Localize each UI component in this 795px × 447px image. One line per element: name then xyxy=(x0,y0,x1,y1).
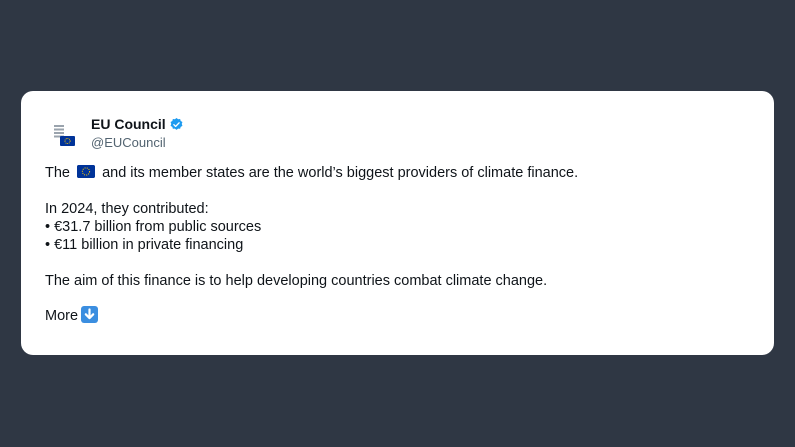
tweet-card: EU Council @EUCouncil The and its member… xyxy=(21,91,774,355)
tweet-body: The and its member states are the world’… xyxy=(45,164,750,325)
bullet-item: • €11 billion in private financing xyxy=(45,237,244,253)
eu-council-logo-icon xyxy=(54,125,75,146)
tweet-line-3: The aim of this finance is to help devel… xyxy=(45,273,548,289)
tweet-line-1: The and its member states are the world’… xyxy=(45,164,750,182)
line1-after: and its member states are the world’s bi… xyxy=(102,165,579,181)
avatar[interactable] xyxy=(51,121,79,149)
more-label: More xyxy=(45,308,79,324)
line1-before: The xyxy=(45,165,70,181)
display-name-text: EU Council xyxy=(91,116,166,132)
display-name[interactable]: EU Council xyxy=(91,116,184,133)
tweet-line-2: In 2024, they contributed: xyxy=(45,201,209,217)
verified-badge-icon xyxy=(170,117,183,130)
eu-flag-icon xyxy=(77,165,96,178)
handle[interactable]: @EUCouncil xyxy=(91,135,184,151)
down-arrow-icon xyxy=(81,306,99,323)
bullet-item: • €31.7 billion from public sources xyxy=(45,219,262,235)
author-block[interactable]: EU Council @EUCouncil xyxy=(91,116,184,151)
more-line: More xyxy=(45,306,750,325)
